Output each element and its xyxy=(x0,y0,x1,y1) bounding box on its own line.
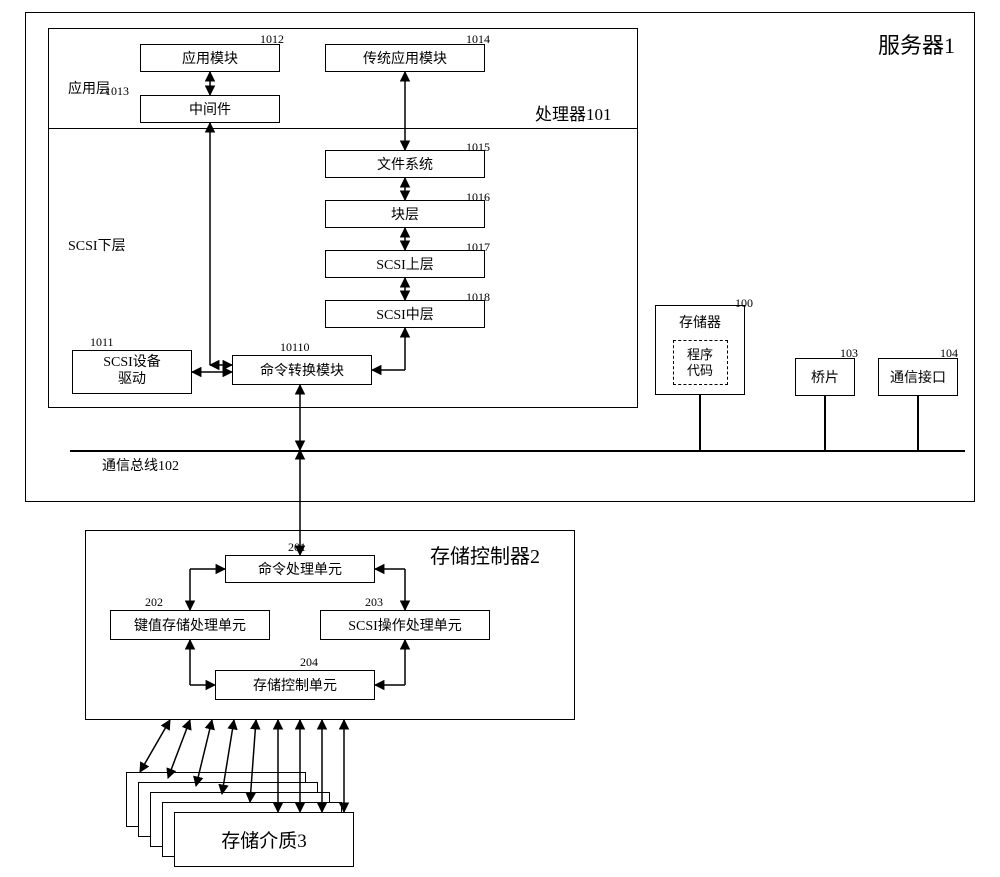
storage-control-unit-id: 204 xyxy=(300,655,318,670)
bus-line xyxy=(70,450,965,452)
cmd-processing-module: 命令处理单元 xyxy=(225,555,375,583)
middleware-label: 中间件 xyxy=(189,99,231,119)
scsi-device-driver-l1: SCSI设备 xyxy=(103,355,161,372)
app-module-label: 应用模块 xyxy=(182,48,238,68)
cmd-processing-label: 命令处理单元 xyxy=(258,559,342,579)
bridge-module: 桥片 xyxy=(795,358,855,396)
scsi-upper-label: SCSI上层 xyxy=(376,254,434,274)
app-module: 应用模块 xyxy=(140,44,280,72)
comm-interface-id: 104 xyxy=(940,346,958,361)
scsi-op-label: SCSI操作处理单元 xyxy=(348,615,462,635)
memory-module: 存储器 程序 代码 xyxy=(655,305,745,395)
app-layer-label: 应用层 xyxy=(68,78,110,98)
block-layer-id: 1016 xyxy=(466,190,490,205)
memory-inner-l2: 代码 xyxy=(687,363,713,379)
processor-title: 处理器101 xyxy=(535,100,612,125)
scsi-middle-label: SCSI中层 xyxy=(376,304,434,324)
scsi-op-module: SCSI操作处理单元 xyxy=(320,610,490,640)
memory-label: 存储器 xyxy=(679,312,721,332)
scsi-upper-id: 1017 xyxy=(466,240,490,255)
cmd-conversion-label: 命令转换模块 xyxy=(260,360,344,380)
scsi-device-driver-l2: 驱动 xyxy=(118,372,146,389)
scsi-middle-module: SCSI中层 xyxy=(325,300,485,328)
comm-interface-module: 通信接口 xyxy=(878,358,958,396)
legacy-app-label: 传统应用模块 xyxy=(363,48,447,68)
comm-interface-label: 通信接口 xyxy=(890,367,946,387)
legacy-app-id: 1014 xyxy=(466,32,490,47)
bus-label: 通信总线102 xyxy=(102,455,179,475)
scsi-device-driver-module: SCSI设备 驱动 xyxy=(72,350,192,394)
storage-controller-title: 存储控制器2 xyxy=(430,540,540,569)
block-layer-module: 块层 xyxy=(325,200,485,228)
cmd-conversion-module: 命令转换模块 xyxy=(232,355,372,385)
scsi-upper-module: SCSI上层 xyxy=(325,250,485,278)
storage-control-unit-label: 存储控制单元 xyxy=(253,675,337,695)
storage-media-label: 存储介质3 xyxy=(221,826,307,853)
middleware-module: 中间件 xyxy=(140,95,280,123)
scsi-device-driver-id: 1011 xyxy=(90,335,114,350)
scsi-lower-label: SCSI下层 xyxy=(68,235,126,255)
memory-id: 100 xyxy=(735,296,753,311)
diagram-canvas: 服务器1 处理器101 应用层 SCSI下层 应用模块 1012 中间件 101… xyxy=(0,0,1000,877)
cmd-processing-id: 201 xyxy=(288,540,306,555)
memory-inner-l1: 程序 xyxy=(687,347,713,363)
kv-storage-id: 202 xyxy=(145,595,163,610)
app-module-id: 1012 xyxy=(260,32,284,47)
scsi-op-id: 203 xyxy=(365,595,383,610)
kv-storage-module: 键值存储处理单元 xyxy=(110,610,270,640)
middleware-id: 1013 xyxy=(105,84,129,99)
program-code-box: 程序 代码 xyxy=(673,340,728,385)
cmd-conversion-id: 10110 xyxy=(280,340,310,355)
bridge-label: 桥片 xyxy=(811,367,839,387)
storage-media-card: 存储介质3 xyxy=(174,812,354,867)
server-title: 服务器1 xyxy=(878,28,955,60)
file-system-id: 1015 xyxy=(466,140,490,155)
scsi-middle-id: 1018 xyxy=(466,290,490,305)
file-system-label: 文件系统 xyxy=(377,154,433,174)
storage-control-unit-module: 存储控制单元 xyxy=(215,670,375,700)
block-layer-label: 块层 xyxy=(391,204,419,224)
legacy-app-module: 传统应用模块 xyxy=(325,44,485,72)
bridge-id: 103 xyxy=(840,346,858,361)
kv-storage-label: 键值存储处理单元 xyxy=(134,615,246,635)
file-system-module: 文件系统 xyxy=(325,150,485,178)
processor-divider xyxy=(48,128,638,129)
